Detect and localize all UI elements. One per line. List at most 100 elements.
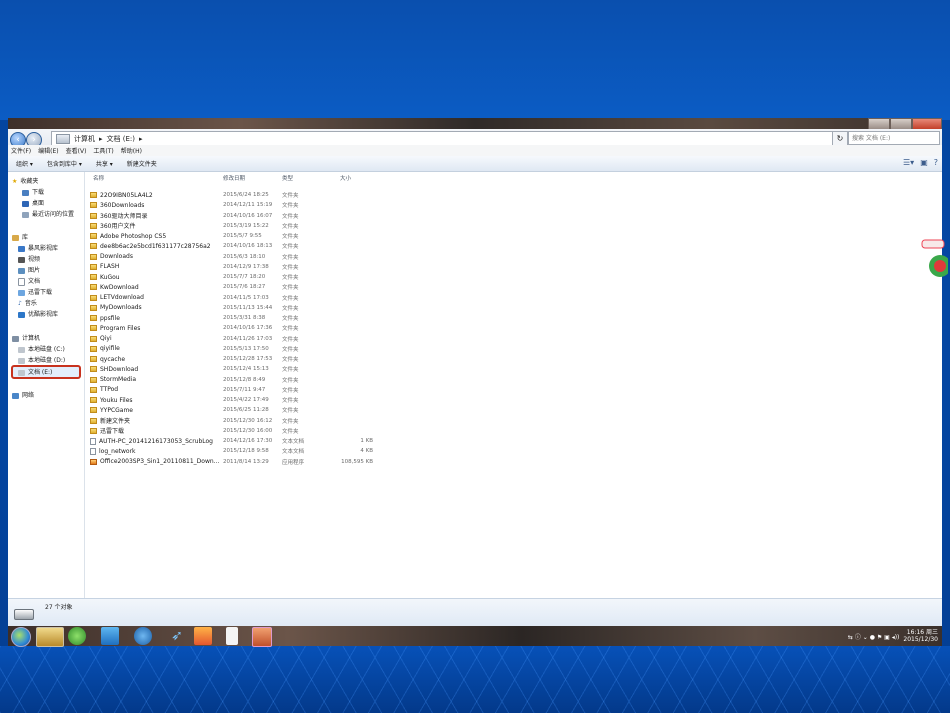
file-row[interactable]: Program Files 2014/10/16 17:36 文件夹: [90, 323, 380, 333]
system-tray: ⇆ ⓘ ⌄ ● ⚑ ▣ ◂)) 16:16 周三 2015/12/30: [848, 627, 938, 645]
sidebar-item-drive-d[interactable]: 本地磁盘 (D:): [18, 356, 65, 365]
floating-widget[interactable]: [920, 236, 950, 286]
tray-icons[interactable]: ⇆ ⓘ ⌄ ● ⚑ ▣ ◂)): [848, 632, 899, 641]
breadcrumb-drive-e[interactable]: 文档 (E:): [107, 134, 135, 144]
drive-icon: [18, 357, 25, 364]
sidebar-network[interactable]: 网络: [12, 391, 34, 400]
ppt-taskbar-icon[interactable]: [252, 627, 272, 647]
help-icon[interactable]: ?: [934, 158, 938, 167]
column-size[interactable]: 大小: [340, 174, 351, 182]
file-row[interactable]: qycache 2015/12/28 17:53 文件夹: [90, 354, 380, 364]
sidebar-item-drive-c[interactable]: 本地磁盘 (C:): [18, 345, 65, 354]
file-row[interactable]: AUTH-PC_20141216173053_ScrubLog 2014/12/1…: [90, 436, 380, 446]
file-name: Downloads: [100, 253, 133, 260]
file-row[interactable]: Office2003SP3_Sin1_20110811_Down... 2011/…: [90, 457, 380, 467]
share-button[interactable]: 共享 ▾: [96, 159, 113, 168]
file-row[interactable]: YYPCGame 2015/6/25 11:28 文件夹: [90, 405, 380, 415]
sidebar-item-recent[interactable]: 最近访问的位置: [22, 210, 74, 219]
computer-icon: [12, 335, 19, 342]
file-row[interactable]: 迅雷下载 2015/12/30 16:00 文件夹: [90, 426, 380, 436]
column-date[interactable]: 修改日期: [223, 174, 245, 182]
browser-taskbar-icon[interactable]: [101, 627, 119, 645]
text-file-icon: [90, 447, 96, 455]
file-row[interactable]: KwDownload 2015/7/6 18:27 文件夹: [90, 282, 380, 292]
sidebar-item-drive-e[interactable]: 文档 (E:): [18, 368, 52, 377]
file-row[interactable]: log_network 2015/12/18 9:58 文本文档 4 KB: [90, 446, 380, 456]
file-row[interactable]: Adobe Photoshop CS5 2015/5/7 9:55 文件夹: [90, 231, 380, 241]
sidebar-item-downloads[interactable]: 下载: [22, 188, 44, 197]
search-input[interactable]: 搜索 文档 (E:): [848, 131, 940, 145]
file-row[interactable]: SHDownload 2015/12/4 15:13 文件夹: [90, 364, 380, 374]
file-row[interactable]: 22O9IBN05LA4L2 2015/6/24 18:25 文件夹: [90, 190, 380, 200]
file-row[interactable]: LETVdownload 2014/11/5 17:03 文件夹: [90, 293, 380, 303]
menu-tools[interactable]: 工具(T): [93, 146, 113, 155]
column-name[interactable]: 名称: [93, 174, 104, 182]
folder-icon: [90, 263, 97, 270]
file-name: 360用户文件: [100, 223, 136, 231]
breadcrumb-computer[interactable]: 计算机: [74, 134, 95, 144]
column-type[interactable]: 类型: [282, 174, 293, 182]
sidebar-item-youku[interactable]: 优酷影视库: [18, 310, 58, 319]
file-row[interactable]: Downloads 2015/6/3 18:10 文件夹: [90, 252, 380, 262]
folder-icon: [90, 427, 97, 434]
explorer-window: ‹ › 计算机 ▸ 文档 (E:) ▸ ↻ 搜索 文档 (E:) 文件(F) 编…: [8, 118, 942, 626]
file-name: FLASH: [100, 263, 120, 271]
file-row[interactable]: 新建文件夹 2015/12/30 16:12 文件夹: [90, 416, 380, 426]
file-date: 2014/12/11 15:19: [223, 202, 273, 209]
folder-icon: [90, 294, 97, 301]
sidebar-item-documents[interactable]: 文档: [18, 277, 40, 286]
view-options-icon[interactable]: ☰▾: [903, 158, 914, 167]
file-row[interactable]: Qiyi 2014/11/26 17:03 文件夹: [90, 334, 380, 344]
document-icon: [18, 277, 25, 286]
file-date: 2014/11/26 17:03: [223, 335, 273, 342]
kugou-taskbar-icon[interactable]: [134, 627, 152, 645]
file-name: qycache: [100, 355, 126, 363]
file-row[interactable]: StormMedia 2015/12/8 8:49 文件夹: [90, 375, 380, 385]
menu-file[interactable]: 文件(F): [11, 146, 31, 155]
file-row[interactable]: 360驱动大师目录 2014/10/16 16:07 文件夹: [90, 211, 380, 221]
menu-edit[interactable]: 编辑(E): [38, 146, 58, 155]
sidebar-computer[interactable]: 计算机: [12, 334, 40, 343]
file-row[interactable]: KuGou 2015/7/7 18:20 文件夹: [90, 272, 380, 282]
file-name: 新建文件夹: [100, 418, 131, 425]
file-row[interactable]: TTPod 2015/7/11 9:47 文件夹: [90, 385, 380, 395]
sidebar-item-xunlei[interactable]: 迅雷下载: [18, 288, 52, 297]
navigation-pane: ★ 收藏夹 下载 桌面 最近访问的位置 库 暴风影视库 视频 图片 文档 迅雷下…: [8, 172, 85, 598]
file-date: 2015/12/30 16:00: [223, 427, 273, 434]
file-row[interactable]: 360用户文件 2015/3/19 15:22 文件夹: [90, 221, 380, 231]
new-folder-button[interactable]: 新建文件夹: [127, 159, 157, 168]
sidebar-favorites[interactable]: ★ 收藏夹: [12, 177, 38, 186]
file-row[interactable]: qiyifile 2015/5/13 17:50 文件夹: [90, 344, 380, 354]
desktop-icon: [22, 200, 29, 207]
file-row[interactable]: FLASH 2014/12/9 17:38 文件夹: [90, 262, 380, 272]
file-row[interactable]: Youku Files 2015/4/22 17:49 文件夹: [90, 395, 380, 405]
preview-pane-icon[interactable]: ▣: [920, 158, 928, 167]
clock[interactable]: 16:16 周三 2015/12/30: [903, 629, 938, 643]
organize-button[interactable]: 组织 ▾: [16, 159, 33, 168]
file-row[interactable]: ppsfile 2015/3/31 8:38 文件夹: [90, 313, 380, 323]
explorer-taskbar-icon[interactable]: [36, 627, 64, 647]
start-button[interactable]: [11, 627, 31, 647]
file-row[interactable]: dee8b6ac2e5bcd1f631177c28756a2 2014/10/16…: [90, 241, 380, 251]
sidebar-item-music[interactable]: ♪ 音乐: [18, 299, 37, 308]
command-bar: 组织 ▾ 包含到库中 ▾ 共享 ▾ 新建文件夹 ☰▾ ▣ ?: [8, 156, 942, 172]
sidebar-item-desktop[interactable]: 桌面: [22, 199, 44, 208]
include-library-button[interactable]: 包含到库中 ▾: [47, 159, 82, 168]
document-taskbar-icon[interactable]: [226, 627, 238, 645]
file-date: 2015/3/31 8:38: [223, 315, 266, 321]
menu-help[interactable]: 帮助(H): [121, 146, 142, 155]
sidebar-libraries[interactable]: 库: [12, 233, 28, 242]
file-date: 2014/11/5 17:03: [223, 294, 269, 301]
sidebar-item-pictures[interactable]: 图片: [18, 266, 40, 275]
file-row[interactable]: MyDownloads 2015/11/13 15:44 文件夹: [90, 303, 380, 313]
file-size: 108,595 KB: [341, 458, 373, 465]
file-date: 2015/5/7 9:55: [223, 233, 262, 239]
title-bar[interactable]: [8, 118, 942, 130]
sidebar-item-baofeng[interactable]: 暴风影视库: [18, 244, 58, 253]
360-taskbar-icon[interactable]: [68, 627, 86, 645]
xunlei-taskbar-icon[interactable]: ➶: [164, 627, 190, 645]
menu-view[interactable]: 查看(V): [66, 146, 87, 155]
sidebar-item-videos[interactable]: 视频: [18, 255, 40, 264]
file-row[interactable]: 360Downloads 2014/12/11 15:19 文件夹: [90, 200, 380, 210]
youku-taskbar-icon[interactable]: [194, 627, 212, 645]
